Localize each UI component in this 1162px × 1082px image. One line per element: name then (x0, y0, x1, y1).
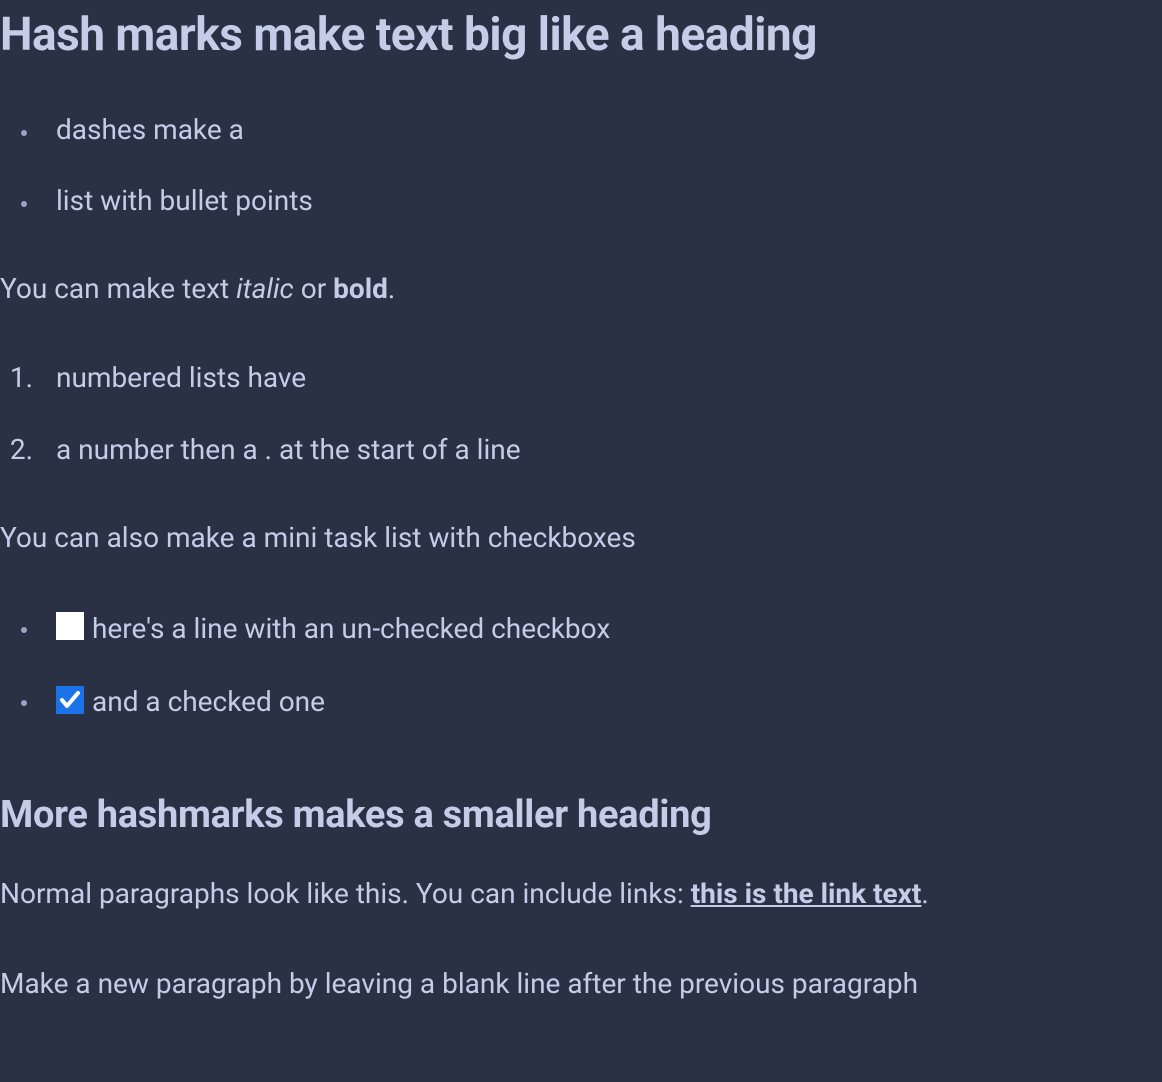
bold-text: bold (333, 272, 388, 305)
list-item: list with bullet points (40, 181, 1162, 220)
checkbox-checked-icon[interactable] (56, 686, 84, 714)
bullet-list: dashes make a list with bullet points (0, 110, 1162, 220)
paragraph-links: Normal paragraphs look like this. You ca… (0, 873, 1162, 915)
list-item: a number then a . at the start of a line (40, 430, 1162, 469)
task-item-text: here's a line with an un-checked checkbo… (92, 612, 610, 645)
checkbox-unchecked-icon[interactable] (56, 612, 84, 640)
list-item: numbered lists have (40, 358, 1162, 397)
task-item: here's a line with an un-checked checkbo… (40, 607, 1162, 648)
italic-text: italic (236, 272, 294, 305)
numbered-list: numbered lists have a number then a . at… (0, 358, 1162, 468)
task-list: here's a line with an un-checked checkbo… (0, 607, 1162, 721)
text-suffix: . (388, 272, 395, 305)
task-item-text: and a checked one (92, 685, 325, 718)
heading-2: More hashmarks makes a smaller heading (0, 793, 1162, 837)
text-prefix: You can make text (0, 272, 236, 305)
text-middle: or (294, 272, 333, 305)
paragraph-new: Make a new paragraph by leaving a blank … (0, 963, 1162, 1005)
paragraph-tasks: You can also make a mini task list with … (0, 517, 1162, 559)
list-item: dashes make a (40, 110, 1162, 149)
link[interactable]: this is the link text (691, 877, 922, 910)
text-suffix: . (921, 877, 928, 910)
text-prefix: Normal paragraphs look like this. You ca… (0, 877, 691, 910)
paragraph-styling: You can make text italic or bold. (0, 268, 1162, 310)
heading-1: Hash marks make text big like a heading (0, 8, 1162, 62)
task-item: and a checked one (40, 680, 1162, 721)
